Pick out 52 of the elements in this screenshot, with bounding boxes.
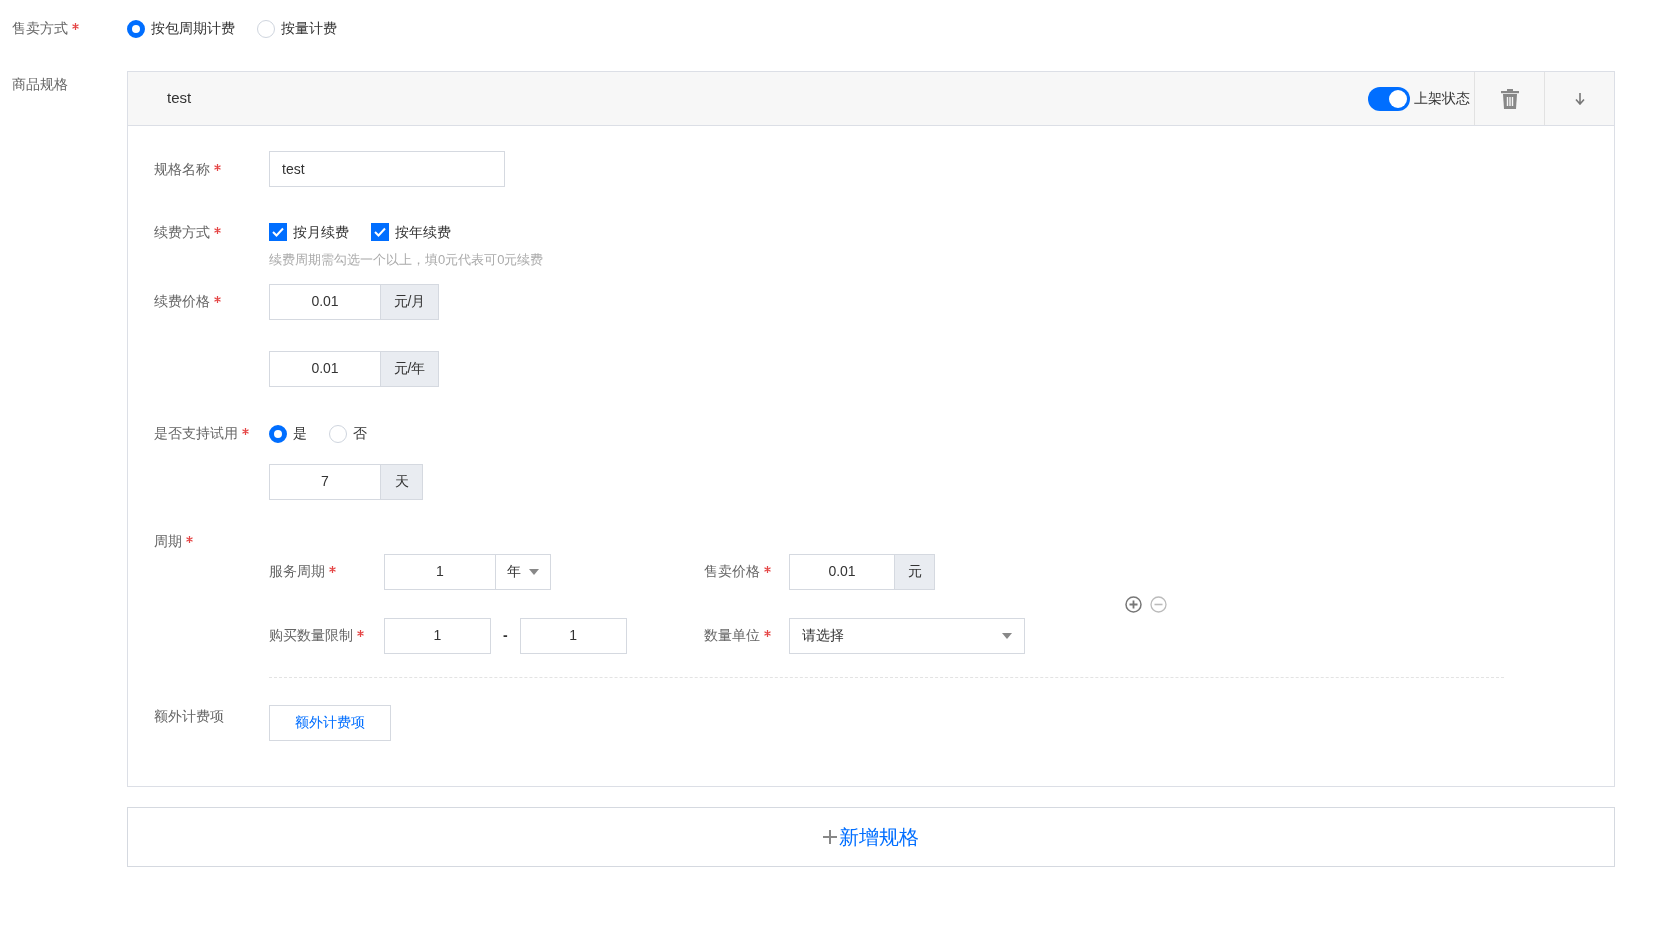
- checkbox-option[interactable]: 按月续费: [269, 221, 349, 243]
- text-input[interactable]: 0.01: [269, 350, 381, 387]
- spec-title: test: [166, 88, 192, 109]
- unit-select[interactable]: 年: [496, 553, 551, 590]
- plus-circle-icon: [1125, 595, 1142, 613]
- field-label: 购买数量限制: [269, 626, 353, 645]
- minus-circle-icon: [1150, 595, 1167, 613]
- caret-icon: [529, 568, 539, 575]
- radio-option[interactable]: 按包周期计费: [127, 18, 235, 39]
- text-input[interactable]: 1: [519, 617, 627, 654]
- radio-option[interactable]: 是: [269, 423, 307, 444]
- radio-option[interactable]: 按量计费: [257, 18, 337, 39]
- unit-value: 年: [507, 562, 521, 581]
- checkbox-option[interactable]: 按年续费: [371, 221, 451, 243]
- text-input[interactable]: test: [269, 151, 505, 187]
- radio-button[interactable]: [269, 424, 287, 443]
- add-spec-button[interactable]: 新增规格: [127, 806, 1615, 867]
- field-label: 续费价格: [154, 292, 210, 311]
- unit-label: 元: [895, 553, 935, 590]
- field-label: 周期: [154, 532, 182, 551]
- field-label: 数量单位: [704, 626, 760, 645]
- text-input[interactable]: 1: [384, 617, 491, 654]
- field-label: 售卖方式: [12, 19, 68, 38]
- trash-icon: [1500, 88, 1519, 109]
- text-input[interactable]: 7: [269, 463, 381, 500]
- field-label: 额外计费项: [154, 707, 224, 726]
- down-arrow-icon: [1574, 92, 1585, 105]
- toggle-switch[interactable]: [1368, 86, 1410, 111]
- text-input[interactable]: 1: [384, 553, 496, 590]
- radio-option[interactable]: 否: [329, 423, 367, 444]
- field-label: 售卖价格: [704, 562, 760, 581]
- add-row-button[interactable]: [1125, 593, 1142, 614]
- text-input[interactable]: 0.01: [789, 553, 895, 590]
- unit-label: 天: [381, 463, 423, 500]
- plus-icon: [823, 829, 837, 844]
- select-field[interactable]: 请选择: [789, 617, 1025, 654]
- select-placeholder: 请选择: [802, 626, 844, 645]
- field-label: 规格名称: [154, 159, 210, 179]
- section-label: 商品规格: [12, 75, 69, 94]
- radio-button[interactable]: [127, 19, 145, 38]
- checkbox[interactable]: [269, 223, 287, 241]
- field-label: 续费方式: [154, 222, 210, 242]
- unit-label: 元/月: [381, 283, 439, 320]
- field-label: 是否支持试用: [154, 424, 238, 443]
- field-label: 服务周期: [269, 562, 325, 581]
- range-separator: -: [503, 626, 508, 645]
- checkbox[interactable]: [371, 223, 389, 241]
- caret-icon: [1002, 632, 1012, 639]
- text-input[interactable]: 0.01: [269, 283, 381, 320]
- unit-label: 元/年: [381, 350, 439, 387]
- toggle-label: 上架状态: [1414, 89, 1470, 108]
- extra-fee-button[interactable]: 额外计费项: [269, 704, 391, 741]
